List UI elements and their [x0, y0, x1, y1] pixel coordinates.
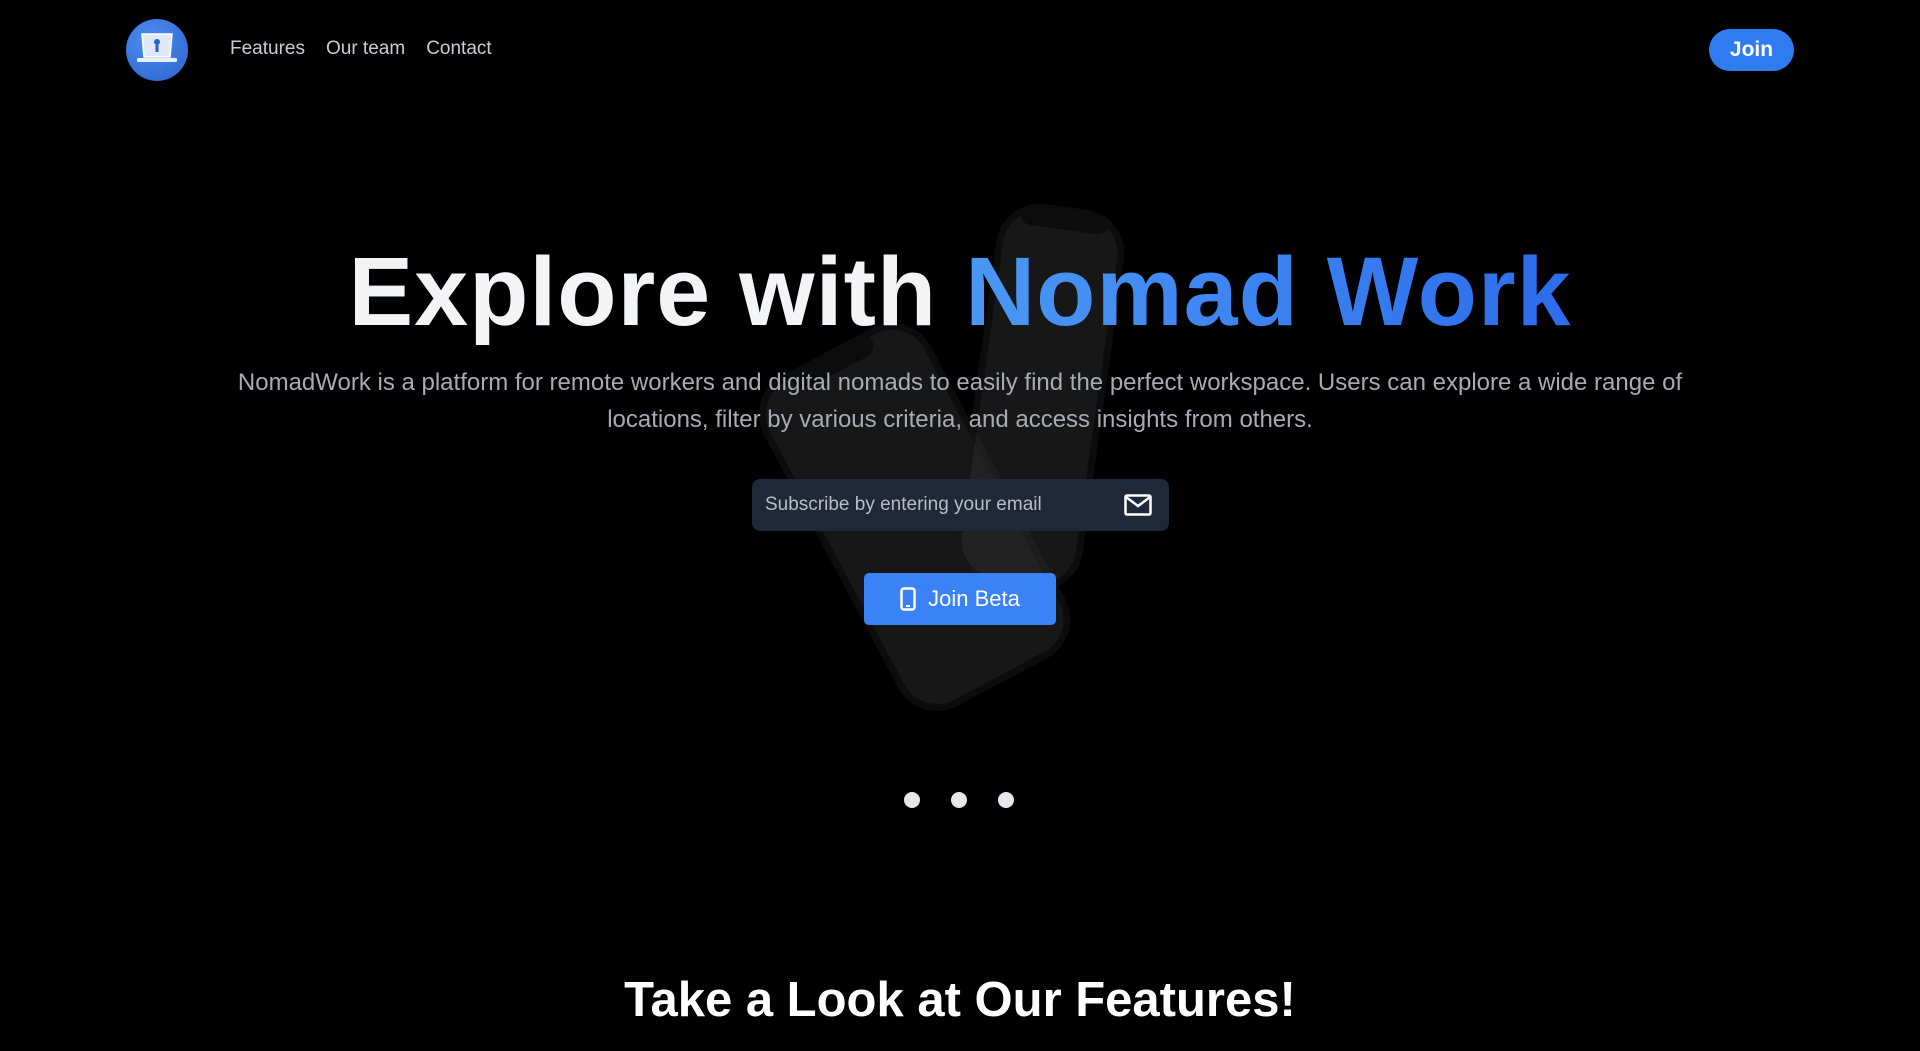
join-beta-label: Join Beta	[928, 586, 1020, 611]
logo[interactable]	[126, 19, 188, 81]
main-nav: Features Our team Contact	[230, 38, 492, 60]
join-button[interactable]: Join	[1709, 29, 1794, 71]
carousel-dot-1[interactable]	[904, 792, 920, 808]
carousel-dot-2[interactable]	[951, 792, 967, 808]
smartphone-icon	[900, 587, 916, 611]
hero-title: Explore with Nomad Work	[0, 236, 1920, 348]
laptop-icon	[137, 33, 177, 62]
email-subscribe-field	[752, 479, 1169, 531]
hero-title-plain: Explore with	[348, 237, 966, 346]
carousel-dots	[904, 792, 1014, 808]
hero-title-accent: Nomad Work	[965, 237, 1572, 346]
features-title: Take a Look at Our Features!	[624, 973, 1296, 1027]
nav-contact[interactable]: Contact	[426, 38, 491, 60]
nav-our-team[interactable]: Our team	[326, 38, 405, 60]
email-input[interactable]	[752, 493, 1124, 517]
hero-description: NomadWork is a platform for remote worke…	[237, 369, 1683, 433]
nav-features[interactable]: Features	[230, 38, 305, 60]
mail-icon[interactable]	[1124, 494, 1152, 516]
carousel-dot-3[interactable]	[998, 792, 1014, 808]
join-beta-button[interactable]: Join Beta	[864, 573, 1056, 625]
